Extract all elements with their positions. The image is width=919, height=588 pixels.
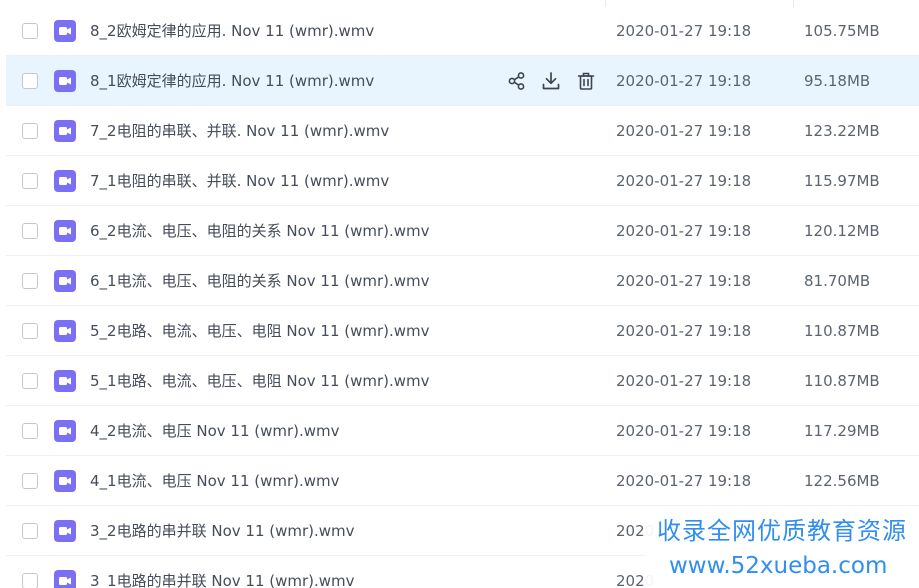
file-name[interactable]: 3_1电路的串并联 Nov 11 (wmr).wmv <box>90 571 355 588</box>
download-icon[interactable] <box>540 70 562 92</box>
row-checkbox[interactable] <box>22 373 38 389</box>
video-file-icon <box>54 70 76 92</box>
file-row[interactable]: 5_1电路、电流、电压、电阻 Nov 11 (wmr).wmv 2020-01-2… <box>6 356 919 406</box>
file-size: 120.12MB <box>804 222 880 240</box>
file-name[interactable]: 5_2电路、电流、电压、电阻 Nov 11 (wmr).wmv <box>90 321 430 341</box>
file-row[interactable]: 7_2电阻的串联、并联. Nov 11 (wmr).wmv 2020-01-27 … <box>6 106 919 156</box>
file-size: 105.75MB <box>804 22 880 40</box>
file-name[interactable]: 7_1电阻的串联、并联. Nov 11 (wmr).wmv <box>90 171 389 191</box>
watermark-url: www.52xueba.com <box>669 553 888 579</box>
row-checkbox[interactable] <box>22 73 38 89</box>
row-checkbox[interactable] <box>22 273 38 289</box>
watermark-overlay: 收录全网优质教育资源 www.52xueba.com <box>645 512 919 588</box>
file-name[interactable]: 5_1电路、电流、电压、电阻 Nov 11 (wmr).wmv <box>90 371 430 391</box>
video-file-icon <box>54 570 76 588</box>
file-name[interactable]: 8_1欧姆定律的应用. Nov 11 (wmr).wmv <box>90 71 374 91</box>
row-checkbox[interactable] <box>22 123 38 139</box>
row-checkbox[interactable] <box>22 523 38 539</box>
video-file-icon <box>54 120 76 142</box>
file-name[interactable]: 8_2欧姆定律的应用. Nov 11 (wmr).wmv <box>90 21 374 41</box>
video-file-icon <box>54 470 76 492</box>
file-name[interactable]: 6_1电流、电压、电阻的关系 Nov 11 (wmr).wmv <box>90 271 430 291</box>
file-row[interactable]: 5_2电路、电流、电压、电阻 Nov 11 (wmr).wmv 2020-01-2… <box>6 306 919 356</box>
row-checkbox[interactable] <box>22 323 38 339</box>
file-date: 2020-01-27 19:18 <box>616 72 752 90</box>
share-icon[interactable] <box>506 70 528 92</box>
video-file-icon <box>54 270 76 292</box>
row-checkbox[interactable] <box>22 223 38 239</box>
video-file-icon <box>54 520 76 542</box>
file-name[interactable]: 4_2电流、电压 Nov 11 (wmr).wmv <box>90 421 340 441</box>
trash-icon[interactable] <box>575 70 597 92</box>
file-row[interactable]: 4_1电流、电压 Nov 11 (wmr).wmv 2020-01-27 19:1… <box>6 456 919 506</box>
file-date: 2020-01-27 19:18 <box>616 272 752 290</box>
row-checkbox[interactable] <box>22 473 38 489</box>
file-date: 2020-01-27 19:18 <box>616 22 752 40</box>
file-list-page: 8_2欧姆定律的应用. Nov 11 (wmr).wmv 2020-01-27 1… <box>0 0 919 588</box>
file-size: 110.87MB <box>804 372 880 390</box>
file-name[interactable]: 6_2电流、电压、电阻的关系 Nov 11 (wmr).wmv <box>90 221 430 241</box>
file-size: 123.22MB <box>804 122 880 140</box>
video-file-icon <box>54 170 76 192</box>
file-row[interactable]: 8_2欧姆定律的应用. Nov 11 (wmr).wmv 2020-01-27 1… <box>6 6 919 56</box>
video-file-icon <box>54 420 76 442</box>
file-date: 2020-01-27 19:18 <box>616 222 752 240</box>
file-date: 2020-01-27 19:18 <box>616 472 752 490</box>
video-file-icon <box>54 320 76 342</box>
file-date: 2020-01-27 19:18 <box>616 422 752 440</box>
file-name[interactable]: 3_2电路的串并联 Nov 11 (wmr).wmv <box>90 521 355 541</box>
row-checkbox[interactable] <box>22 173 38 189</box>
file-size: 122.56MB <box>804 472 880 490</box>
file-list: 8_2欧姆定律的应用. Nov 11 (wmr).wmv 2020-01-27 1… <box>6 6 919 588</box>
file-name[interactable]: 4_1电流、电压 Nov 11 (wmr).wmv <box>90 471 340 491</box>
watermark-slogan: 收录全网优质教育资源 <box>657 517 907 545</box>
file-date: 2020-01-27 19:18 <box>616 322 752 340</box>
row-checkbox[interactable] <box>22 573 38 588</box>
file-row[interactable]: 6_2电流、电压、电阻的关系 Nov 11 (wmr).wmv 2020-01-2… <box>6 206 919 256</box>
file-size: 95.18MB <box>804 72 871 90</box>
video-file-icon <box>54 220 76 242</box>
video-file-icon <box>54 370 76 392</box>
video-file-icon <box>54 20 76 42</box>
file-date: 2020-01-27 19:18 <box>616 172 752 190</box>
file-date: 2020-01-27 19:18 <box>616 122 752 140</box>
file-row[interactable]: 8_1欧姆定律的应用. Nov 11 (wmr).wmv 2020-01-27 1… <box>6 56 919 106</box>
file-size: 115.97MB <box>804 172 880 190</box>
row-checkbox[interactable] <box>22 423 38 439</box>
file-row[interactable]: 4_2电流、电压 Nov 11 (wmr).wmv 2020-01-27 19:1… <box>6 406 919 456</box>
file-size: 117.29MB <box>804 422 880 440</box>
file-row[interactable]: 7_1电阻的串联、并联. Nov 11 (wmr).wmv 2020-01-27 … <box>6 156 919 206</box>
file-date: 2020-01-27 19:18 <box>616 372 752 390</box>
row-checkbox[interactable] <box>22 23 38 39</box>
file-row[interactable]: 6_1电流、电压、电阻的关系 Nov 11 (wmr).wmv 2020-01-2… <box>6 256 919 306</box>
file-size: 110.87MB <box>804 322 880 340</box>
file-size: 81.70MB <box>804 272 871 290</box>
file-name[interactable]: 7_2电阻的串联、并联. Nov 11 (wmr).wmv <box>90 121 389 141</box>
